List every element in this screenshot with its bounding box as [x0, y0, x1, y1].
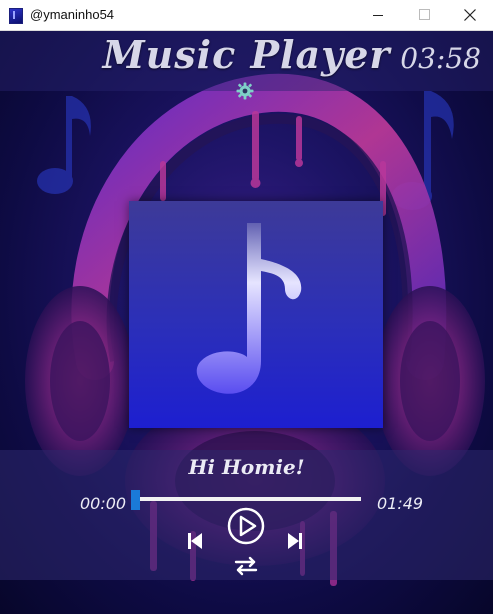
skip-next-icon: [288, 533, 302, 549]
progress-slider-thumb[interactable]: [131, 490, 140, 510]
title-bar[interactable]: @ymaninho54: [0, 0, 493, 31]
next-button[interactable]: [286, 531, 304, 551]
maximize-button[interactable]: [401, 0, 447, 30]
play-icon: [227, 507, 265, 545]
song-title: Hi Homie!: [188, 455, 305, 479]
music-note-icon: [196, 223, 302, 394]
total-time: 01:49: [377, 494, 424, 513]
current-time: 00:00: [80, 494, 127, 513]
music-app-icon: [9, 8, 23, 24]
gear-icon: [236, 82, 254, 100]
close-button[interactable]: [447, 0, 493, 30]
clock: 03:58: [400, 42, 481, 75]
music-player-window: @ymaninho54 Music Player 03:58 Hi Homie!…: [0, 0, 493, 614]
settings-button[interactable]: [236, 82, 254, 100]
minimize-button[interactable]: [355, 0, 401, 30]
album-art: [129, 201, 383, 428]
repeat-button[interactable]: [233, 556, 259, 576]
window-title: @ymaninho54: [30, 7, 115, 22]
skip-previous-icon: [188, 533, 202, 549]
progress-slider[interactable]: [131, 497, 361, 501]
repeat-icon: [234, 556, 258, 576]
previous-button[interactable]: [186, 531, 204, 551]
close-icon: [464, 9, 476, 21]
play-button[interactable]: [226, 506, 266, 546]
